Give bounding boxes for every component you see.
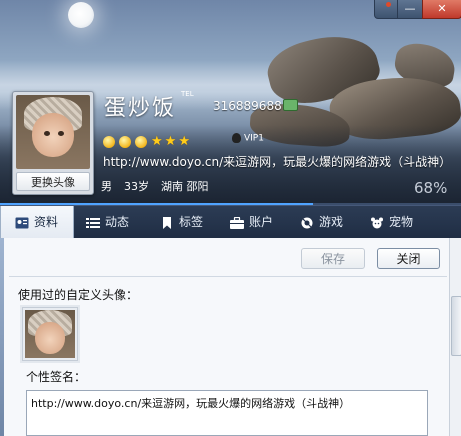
profile-card-icon	[15, 217, 29, 228]
signature-display: http://www.doyo.cn/来逗游网，玩最火爆的网络游戏（斗战神）	[103, 155, 452, 169]
age: 33岁	[124, 180, 149, 193]
close-button[interactable]: 关闭	[377, 248, 440, 269]
scrollbar[interactable]	[449, 238, 461, 436]
basic-info: 男 33岁 湖南 邵阳	[101, 178, 221, 194]
briefcase-icon	[230, 216, 244, 229]
skin-button[interactable]	[374, 0, 398, 19]
location: 湖南 邵阳	[161, 180, 209, 193]
change-avatar-button[interactable]: 更换头像	[16, 172, 90, 191]
signature-input[interactable]: http://www.doyo.cn/来逗游网，玩最火爆的网络游戏（斗战神）	[26, 390, 428, 436]
tab-profile[interactable]: 资料	[0, 206, 74, 239]
tab-account[interactable]: 账户	[230, 206, 273, 239]
sun-icon	[135, 135, 147, 148]
sun-icon	[103, 135, 115, 148]
close-window-button[interactable]: ✕	[422, 0, 461, 19]
game-icon	[301, 217, 313, 228]
save-button[interactable]: 保存	[301, 248, 365, 269]
tab-tags[interactable]: 标签	[160, 206, 203, 239]
profile-window: — ✕ 更换头像 蛋炒饭 TEL 316889688 ★ ★ ★ VIP1 http…	[0, 0, 461, 436]
avatar[interactable]	[16, 95, 90, 169]
sun-icon	[119, 135, 131, 148]
tel-tag: TEL	[181, 90, 194, 98]
divider	[9, 276, 447, 277]
star-icon: ★	[164, 134, 177, 149]
nickname: 蛋炒饭	[104, 96, 177, 121]
skin-icon	[386, 2, 391, 7]
pet-icon	[371, 217, 383, 228]
level-icons: ★ ★ ★	[103, 131, 192, 149]
minimize-button[interactable]: —	[397, 0, 423, 19]
star-icon: ★	[151, 134, 163, 149]
tab-games[interactable]: 游戏	[300, 206, 343, 239]
tab-feed[interactable]: 动态	[86, 206, 129, 239]
custom-avatar-label: 使用过的自定义头像：	[18, 288, 139, 302]
star-icon: ★	[178, 134, 190, 149]
tab-pets[interactable]: 宠物	[370, 206, 413, 239]
list-icon	[86, 217, 100, 228]
bookmark-icon	[163, 216, 171, 229]
avatar-frame: 更换头像	[12, 91, 94, 195]
vip-badge[interactable]: VIP1	[232, 133, 264, 144]
tab-bar: 资料 动态 标签 账户 游戏 宠物	[0, 205, 461, 239]
gender: 男	[101, 180, 112, 193]
moon-image	[68, 2, 94, 28]
mobile-bound-icon[interactable]	[283, 99, 298, 111]
penguin-icon	[232, 133, 241, 143]
scrollbar-thumb[interactable]	[451, 296, 461, 356]
custom-avatar-thumbnail[interactable]	[22, 307, 78, 361]
profile-completion: 68%	[414, 179, 448, 197]
qq-number: 316889688	[213, 99, 282, 113]
signature-label: 个性签名：	[26, 370, 87, 384]
